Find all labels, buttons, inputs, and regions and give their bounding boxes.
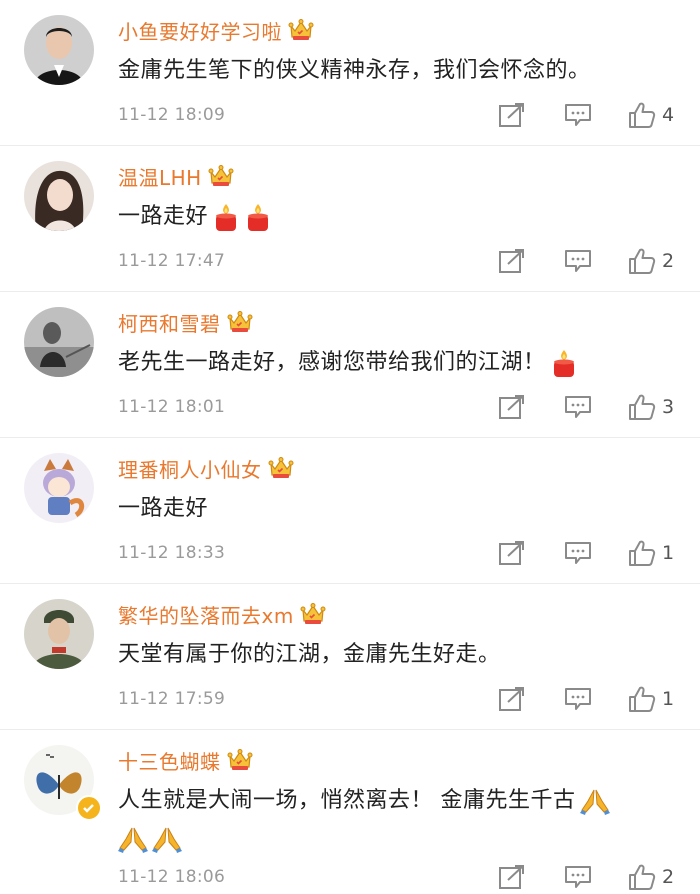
comment-feed: 小鱼要好好学习啦 金庸先生笔下的侠义精神永存，我们会怀念的。 11-12 18:…: [0, 0, 700, 894]
pray-emoji: [118, 824, 148, 854]
comment-text: 一路走好: [118, 198, 660, 236]
crown-member-icon: [288, 18, 314, 42]
username[interactable]: 小鱼要好好学习啦: [118, 16, 282, 45]
comment-item: 十三色蝴蝶 人生就是大闹一场，悄然离去！ 金庸先生千古 11-12 18:06 …: [0, 730, 700, 894]
username[interactable]: 温温LHH: [118, 162, 202, 191]
share-icon[interactable]: [498, 394, 526, 420]
avatar[interactable]: [24, 453, 94, 523]
username[interactable]: 理番桐人小仙女: [118, 454, 262, 483]
reply-icon[interactable]: [564, 540, 592, 566]
comment-text: 人生就是大闹一场，悄然离去！ 金庸先生千古: [118, 782, 670, 858]
timestamp: 11-12 17:59: [118, 689, 226, 709]
share-icon[interactable]: [498, 864, 526, 890]
like-count: 1: [662, 542, 675, 564]
reply-icon[interactable]: [564, 394, 592, 420]
crown-member-icon: [300, 602, 326, 626]
pray-emoji: [152, 824, 182, 854]
like-button[interactable]: 2: [628, 862, 674, 892]
comment-actions: 1: [498, 538, 700, 568]
comment-header: 十三色蝴蝶: [118, 745, 253, 775]
comment-actions: 3: [498, 392, 700, 422]
comment-text: 天堂有属于你的江湖，金庸先生好走。: [118, 642, 501, 667]
like-count: 4: [662, 104, 675, 126]
thumbs-up-icon: [628, 247, 656, 275]
like-count: 2: [662, 250, 675, 272]
comment-item: 理番桐人小仙女 一路走好 11-12 18:33 1: [0, 438, 700, 584]
thumbs-up-icon: [628, 685, 656, 713]
candle-emoji: [244, 202, 272, 232]
like-count: 2: [662, 866, 675, 888]
timestamp: 11-12 18:09: [118, 105, 226, 125]
comment-text-content: 老先生一路走好，感谢您带给我们的江湖！: [118, 350, 546, 375]
comment-text-content: 一路走好: [118, 204, 209, 229]
like-button[interactable]: 1: [628, 538, 674, 568]
reply-icon[interactable]: [564, 864, 592, 890]
comment-text: 老先生一路走好，感谢您带给我们的江湖！: [118, 344, 660, 382]
username[interactable]: 柯西和雪碧: [118, 308, 221, 337]
share-icon[interactable]: [498, 686, 526, 712]
comment-meta: 11-12 18:09 4: [118, 100, 680, 130]
crown-member-icon: [208, 164, 234, 188]
username[interactable]: 十三色蝴蝶: [118, 746, 221, 775]
timestamp: 11-12 17:47: [118, 251, 226, 271]
crown-member-icon: [227, 748, 253, 772]
like-button[interactable]: 4: [628, 100, 674, 130]
comment-header: 理番桐人小仙女: [118, 453, 294, 483]
reply-icon[interactable]: [564, 248, 592, 274]
share-icon[interactable]: [498, 540, 526, 566]
pray-emoji: [580, 786, 610, 816]
avatar[interactable]: [24, 161, 94, 231]
comment-meta: 11-12 18:01 3: [118, 392, 680, 422]
thumbs-up-icon: [628, 393, 656, 421]
comment-header: 温温LHH: [118, 161, 234, 191]
share-icon[interactable]: [498, 248, 526, 274]
comment-meta: 11-12 18:06 2: [118, 862, 680, 892]
comment-item: 柯西和雪碧 老先生一路走好，感谢您带给我们的江湖！ 11-12 18:01 3: [0, 292, 700, 438]
avatar[interactable]: [24, 15, 94, 85]
candle-emoji: [550, 348, 578, 378]
candle-emoji: [212, 202, 240, 232]
timestamp: 11-12 18:06: [118, 867, 226, 887]
thumbs-up-icon: [628, 539, 656, 567]
reply-icon[interactable]: [564, 686, 592, 712]
timestamp: 11-12 18:01: [118, 397, 226, 417]
like-count: 3: [662, 396, 675, 418]
crown-member-icon: [227, 310, 253, 334]
avatar[interactable]: [24, 307, 94, 377]
comment-text: 一路走好: [118, 496, 209, 521]
thumbs-up-icon: [628, 863, 656, 891]
crown-member-icon: [268, 456, 294, 480]
comment-header: 柯西和雪碧: [118, 307, 253, 337]
comment-text: 金庸先生笔下的侠义精神永存，我们会怀念的。: [118, 58, 591, 83]
comment-meta: 11-12 18:33 1: [118, 538, 680, 568]
reply-icon[interactable]: [564, 102, 592, 128]
timestamp: 11-12 18:33: [118, 543, 226, 563]
comment-meta: 11-12 17:47 2: [118, 246, 680, 276]
comment-actions: 4: [498, 100, 700, 130]
like-count: 1: [662, 688, 675, 710]
comment-actions: 2: [498, 246, 700, 276]
comment-item: 小鱼要好好学习啦 金庸先生笔下的侠义精神永存，我们会怀念的。 11-12 18:…: [0, 0, 700, 146]
share-icon[interactable]: [498, 102, 526, 128]
comment-actions: 1: [498, 684, 700, 714]
like-button[interactable]: 2: [628, 246, 674, 276]
comment-item: 温温LHH 一路走好 11-12 17:47 2: [0, 146, 700, 292]
comment-meta: 11-12 17:59 1: [118, 684, 680, 714]
username[interactable]: 繁华的坠落而去xm: [118, 600, 294, 629]
like-button[interactable]: 1: [628, 684, 674, 714]
comment-item: 繁华的坠落而去xm 天堂有属于你的江湖，金庸先生好走。 11-12 17:59 …: [0, 584, 700, 730]
like-button[interactable]: 3: [628, 392, 674, 422]
comment-text-content: 人生就是大闹一场，悄然离去！ 金庸先生千古: [118, 788, 576, 813]
comment-actions: 2: [498, 862, 700, 892]
comment-header: 小鱼要好好学习啦: [118, 15, 314, 45]
avatar[interactable]: [24, 599, 94, 669]
comment-header: 繁华的坠落而去xm: [118, 599, 326, 629]
thumbs-up-icon: [628, 101, 656, 129]
verified-badge-icon: [76, 795, 102, 821]
